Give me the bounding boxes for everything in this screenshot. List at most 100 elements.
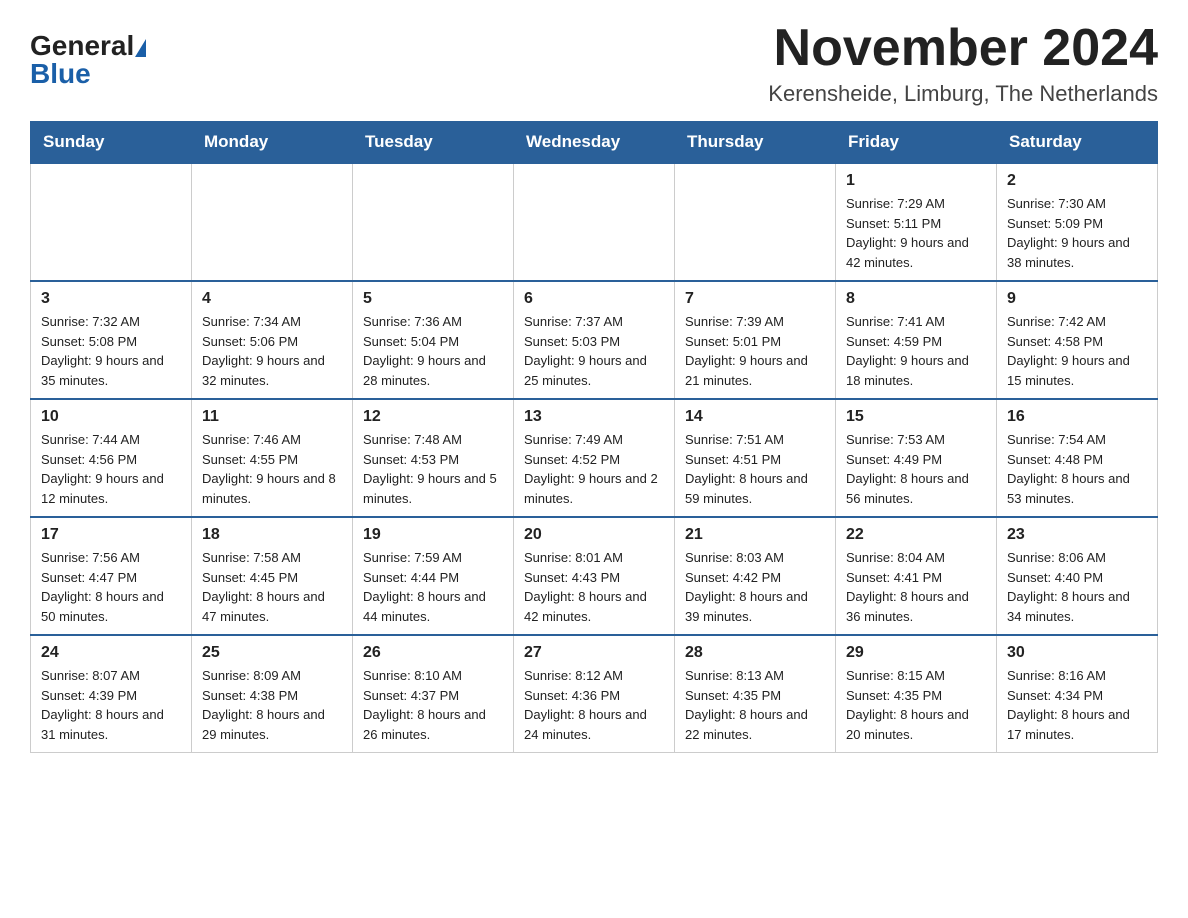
day-info: Sunrise: 8:01 AMSunset: 4:43 PMDaylight:… — [524, 548, 664, 626]
weekday-header-friday: Friday — [836, 122, 997, 164]
day-info: Sunrise: 7:44 AMSunset: 4:56 PMDaylight:… — [41, 430, 181, 508]
calendar-cell: 21 Sunrise: 8:03 AMSunset: 4:42 PMDayligh… — [675, 517, 836, 635]
weekday-header-wednesday: Wednesday — [514, 122, 675, 164]
day-number: 5 — [363, 290, 503, 308]
calendar-cell — [31, 163, 192, 281]
calendar-cell: 30Sunrise: 8:16 AMSunset: 4:34 PMDayligh… — [997, 635, 1158, 753]
calendar-cell: 3Sunrise: 7:32 AMSunset: 5:08 PMDaylight… — [31, 281, 192, 399]
weekday-header-monday: Monday — [192, 122, 353, 164]
calendar-week-5: 24 Sunrise: 8:07 AMSunset: 4:39 PMDayligh… — [31, 635, 1158, 753]
day-info: Sunrise: 7:42 AMSunset: 4:58 PMDaylight:… — [1007, 312, 1147, 390]
calendar-cell: 5 Sunrise: 7:36 AMSunset: 5:04 PMDaylight… — [353, 281, 514, 399]
calendar-cell: 29 Sunrise: 8:15 AMSunset: 4:35 PMDayligh… — [836, 635, 997, 753]
day-number: 15 — [846, 408, 986, 426]
calendar-cell — [675, 163, 836, 281]
logo: General Blue — [30, 30, 146, 90]
day-number: 19 — [363, 526, 503, 544]
day-number: 1 — [846, 172, 986, 190]
day-number: 11 — [202, 408, 342, 426]
calendar-cell: 19 Sunrise: 7:59 AMSunset: 4:44 PMDayligh… — [353, 517, 514, 635]
month-title: November 2024 — [768, 20, 1158, 77]
day-info: Sunrise: 8:07 AMSunset: 4:39 PMDaylight:… — [41, 666, 181, 744]
day-number: 24 — [41, 644, 181, 662]
calendar-cell: 23 Sunrise: 8:06 AMSunset: 4:40 PMDayligh… — [997, 517, 1158, 635]
day-info: Sunrise: 8:03 AMSunset: 4:42 PMDaylight:… — [685, 548, 825, 626]
calendar-cell — [353, 163, 514, 281]
day-info: Sunrise: 7:56 AMSunset: 4:47 PMDaylight:… — [41, 548, 181, 626]
calendar-cell: 27 Sunrise: 8:12 AMSunset: 4:36 PMDayligh… — [514, 635, 675, 753]
day-number: 14 — [685, 408, 825, 426]
calendar-week-3: 10Sunrise: 7:44 AMSunset: 4:56 PMDayligh… — [31, 399, 1158, 517]
day-info: Sunrise: 8:12 AMSunset: 4:36 PMDaylight:… — [524, 666, 664, 744]
calendar-cell: 7 Sunrise: 7:39 AMSunset: 5:01 PMDaylight… — [675, 281, 836, 399]
day-info: Sunrise: 7:34 AMSunset: 5:06 PMDaylight:… — [202, 312, 342, 390]
logo-blue-text: Blue — [30, 58, 91, 90]
day-info: Sunrise: 7:39 AMSunset: 5:01 PMDaylight:… — [685, 312, 825, 390]
weekday-header-saturday: Saturday — [997, 122, 1158, 164]
calendar-cell: 16Sunrise: 7:54 AMSunset: 4:48 PMDayligh… — [997, 399, 1158, 517]
day-number: 23 — [1007, 526, 1147, 544]
day-number: 12 — [363, 408, 503, 426]
calendar-cell: 1 Sunrise: 7:29 AMSunset: 5:11 PMDaylight… — [836, 163, 997, 281]
day-number: 3 — [41, 290, 181, 308]
calendar-cell: 4 Sunrise: 7:34 AMSunset: 5:06 PMDaylight… — [192, 281, 353, 399]
day-number: 9 — [1007, 290, 1147, 308]
day-info: Sunrise: 8:10 AMSunset: 4:37 PMDaylight:… — [363, 666, 503, 744]
day-info: Sunrise: 8:04 AMSunset: 4:41 PMDaylight:… — [846, 548, 986, 626]
day-number: 26 — [363, 644, 503, 662]
calendar-cell: 9 Sunrise: 7:42 AMSunset: 4:58 PMDaylight… — [997, 281, 1158, 399]
logo-arrow-icon — [135, 39, 146, 57]
day-info: Sunrise: 7:53 AMSunset: 4:49 PMDaylight:… — [846, 430, 986, 508]
day-info: Sunrise: 8:15 AMSunset: 4:35 PMDaylight:… — [846, 666, 986, 744]
calendar-table: SundayMondayTuesdayWednesdayThursdayFrid… — [30, 121, 1158, 753]
location-title: Kerensheide, Limburg, The Netherlands — [768, 81, 1158, 107]
day-number: 21 — [685, 526, 825, 544]
weekday-header-thursday: Thursday — [675, 122, 836, 164]
weekday-header-tuesday: Tuesday — [353, 122, 514, 164]
day-number: 22 — [846, 526, 986, 544]
day-info: Sunrise: 7:36 AMSunset: 5:04 PMDaylight:… — [363, 312, 503, 390]
day-info: Sunrise: 7:58 AMSunset: 4:45 PMDaylight:… — [202, 548, 342, 626]
calendar-cell: 17Sunrise: 7:56 AMSunset: 4:47 PMDayligh… — [31, 517, 192, 635]
page-header: General Blue November 2024 Kerensheide, … — [30, 20, 1158, 107]
calendar-cell: 11 Sunrise: 7:46 AMSunset: 4:55 PMDayligh… — [192, 399, 353, 517]
calendar-cell: 14 Sunrise: 7:51 AMSunset: 4:51 PMDayligh… — [675, 399, 836, 517]
day-info: Sunrise: 8:09 AMSunset: 4:38 PMDaylight:… — [202, 666, 342, 744]
day-info: Sunrise: 7:30 AMSunset: 5:09 PMDaylight:… — [1007, 194, 1147, 272]
day-number: 18 — [202, 526, 342, 544]
calendar-cell: 28Sunrise: 8:13 AMSunset: 4:35 PMDayligh… — [675, 635, 836, 753]
day-info: Sunrise: 8:06 AMSunset: 4:40 PMDaylight:… — [1007, 548, 1147, 626]
day-info: Sunrise: 7:51 AMSunset: 4:51 PMDaylight:… — [685, 430, 825, 508]
title-block: November 2024 Kerensheide, Limburg, The … — [768, 20, 1158, 107]
day-number: 27 — [524, 644, 664, 662]
day-info: Sunrise: 7:46 AMSunset: 4:55 PMDaylight:… — [202, 430, 342, 508]
day-number: 2 — [1007, 172, 1147, 190]
day-info: Sunrise: 7:37 AMSunset: 5:03 PMDaylight:… — [524, 312, 664, 390]
day-number: 7 — [685, 290, 825, 308]
day-info: Sunrise: 8:13 AMSunset: 4:35 PMDaylight:… — [685, 666, 825, 744]
day-info: Sunrise: 7:29 AMSunset: 5:11 PMDaylight:… — [846, 194, 986, 272]
day-number: 13 — [524, 408, 664, 426]
calendar-cell: 12 Sunrise: 7:48 AMSunset: 4:53 PMDayligh… — [353, 399, 514, 517]
day-info: Sunrise: 7:41 AMSunset: 4:59 PMDaylight:… — [846, 312, 986, 390]
calendar-cell — [514, 163, 675, 281]
day-info: Sunrise: 7:59 AMSunset: 4:44 PMDaylight:… — [363, 548, 503, 626]
day-number: 4 — [202, 290, 342, 308]
calendar-cell: 22 Sunrise: 8:04 AMSunset: 4:41 PMDayligh… — [836, 517, 997, 635]
calendar-cell: 20 Sunrise: 8:01 AMSunset: 4:43 PMDayligh… — [514, 517, 675, 635]
calendar-cell: 24 Sunrise: 8:07 AMSunset: 4:39 PMDayligh… — [31, 635, 192, 753]
calendar-cell: 2 Sunrise: 7:30 AMSunset: 5:09 PMDaylight… — [997, 163, 1158, 281]
day-number: 6 — [524, 290, 664, 308]
calendar-cell — [192, 163, 353, 281]
calendar-week-1: 1 Sunrise: 7:29 AMSunset: 5:11 PMDaylight… — [31, 163, 1158, 281]
calendar-week-4: 17Sunrise: 7:56 AMSunset: 4:47 PMDayligh… — [31, 517, 1158, 635]
day-number: 8 — [846, 290, 986, 308]
day-number: 20 — [524, 526, 664, 544]
day-info: Sunrise: 7:49 AMSunset: 4:52 PMDaylight:… — [524, 430, 664, 508]
calendar-week-2: 3Sunrise: 7:32 AMSunset: 5:08 PMDaylight… — [31, 281, 1158, 399]
day-number: 29 — [846, 644, 986, 662]
calendar-cell: 10Sunrise: 7:44 AMSunset: 4:56 PMDayligh… — [31, 399, 192, 517]
day-info: Sunrise: 7:48 AMSunset: 4:53 PMDaylight:… — [363, 430, 503, 508]
calendar-cell: 8 Sunrise: 7:41 AMSunset: 4:59 PMDaylight… — [836, 281, 997, 399]
day-number: 25 — [202, 644, 342, 662]
